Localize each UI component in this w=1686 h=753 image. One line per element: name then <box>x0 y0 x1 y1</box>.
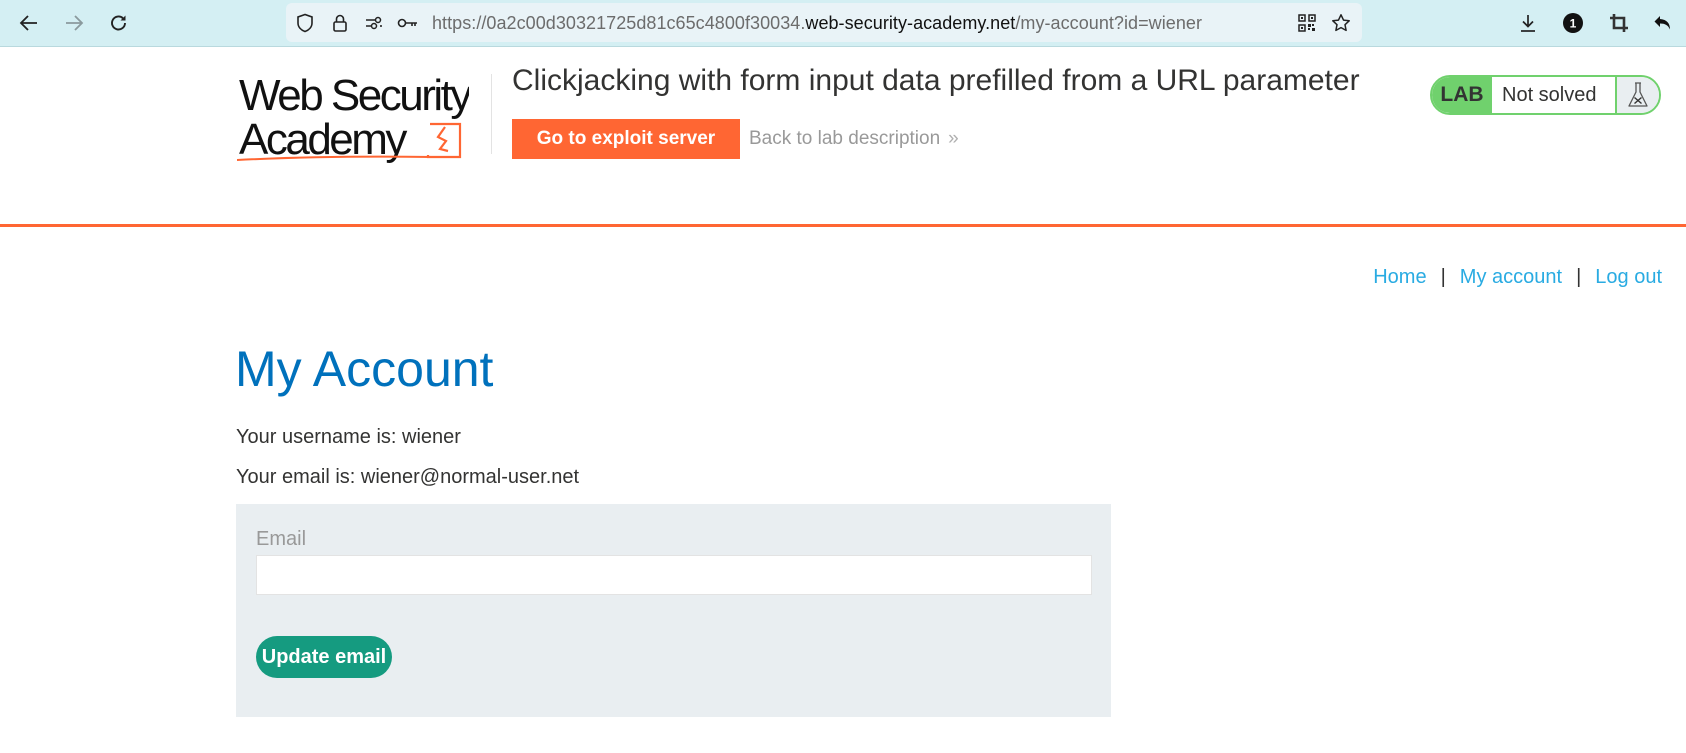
url-text[interactable]: https://0a2c00d30321725d81c65c4800f30034… <box>432 13 1202 34</box>
qr-code-icon[interactable] <box>1296 13 1318 33</box>
header-divider-line <box>0 224 1686 227</box>
url-domain: web-security-academy.net <box>805 13 1016 33</box>
lab-status-text: Not solved <box>1502 83 1597 106</box>
nav-separator: | <box>1576 266 1582 288</box>
reload-icon[interactable] <box>106 10 132 36</box>
page-title: My Account <box>235 341 494 397</box>
logo-line1: Web Security <box>239 72 469 120</box>
email-input[interactable] <box>256 555 1092 595</box>
url-prefix: https://0a2c00d30321725d81c65c4800f30034… <box>432 13 806 33</box>
download-icon[interactable] <box>1515 10 1541 36</box>
lab-label: LAB <box>1432 77 1492 113</box>
star-icon[interactable] <box>1330 13 1352 33</box>
shield-icon[interactable] <box>294 13 316 33</box>
web-security-academy-logo[interactable]: Web Security Academy <box>236 71 475 164</box>
back-arrow-icon[interactable] <box>16 10 42 36</box>
nav-separator: | <box>1440 266 1446 288</box>
email-label: Email <box>256 528 307 550</box>
url-path: /my-account?id=wiener <box>1015 13 1202 33</box>
flask-icon <box>1615 77 1659 113</box>
browser-toolbar: https://0a2c00d30321725d81c65c4800f30034… <box>0 0 1686 47</box>
header-divider <box>491 74 492 154</box>
extension-badge-count: 1 <box>1570 17 1577 31</box>
crop-icon[interactable] <box>1606 10 1632 36</box>
key-icon[interactable] <box>397 13 419 33</box>
undo-icon[interactable] <box>1650 10 1676 36</box>
permissions-icon[interactable] <box>363 13 385 33</box>
lab-status-badge: LAB Not solved <box>1430 75 1661 115</box>
nav-my-account-link[interactable]: My account <box>1460 266 1562 289</box>
email-info: Your email is: wiener@normal-user.net <box>236 466 580 488</box>
nav-home-link[interactable]: Home <box>1373 266 1426 289</box>
lab-title: Clickjacking with form input data prefil… <box>512 64 1360 97</box>
username-info: Your username is: wiener <box>236 426 461 448</box>
account-nav: Home | My account | Log out <box>1373 266 1662 289</box>
go-to-exploit-server-button[interactable]: Go to exploit server <box>512 119 740 159</box>
nav-log-out-link[interactable]: Log out <box>1595 266 1662 289</box>
address-bar[interactable]: https://0a2c00d30321725d81c65c4800f30034… <box>286 3 1362 42</box>
update-email-form: Email Update email <box>236 504 1111 717</box>
update-email-button[interactable]: Update email <box>256 636 392 678</box>
double-chevron-right-icon: » <box>948 128 958 149</box>
back-link-label: Back to lab description <box>749 128 941 149</box>
extension-badge-icon[interactable]: 1 <box>1560 10 1586 36</box>
back-to-lab-description-link[interactable]: Back to lab description » <box>749 128 959 150</box>
lock-icon[interactable] <box>329 13 351 33</box>
forward-arrow-icon[interactable] <box>61 10 87 36</box>
